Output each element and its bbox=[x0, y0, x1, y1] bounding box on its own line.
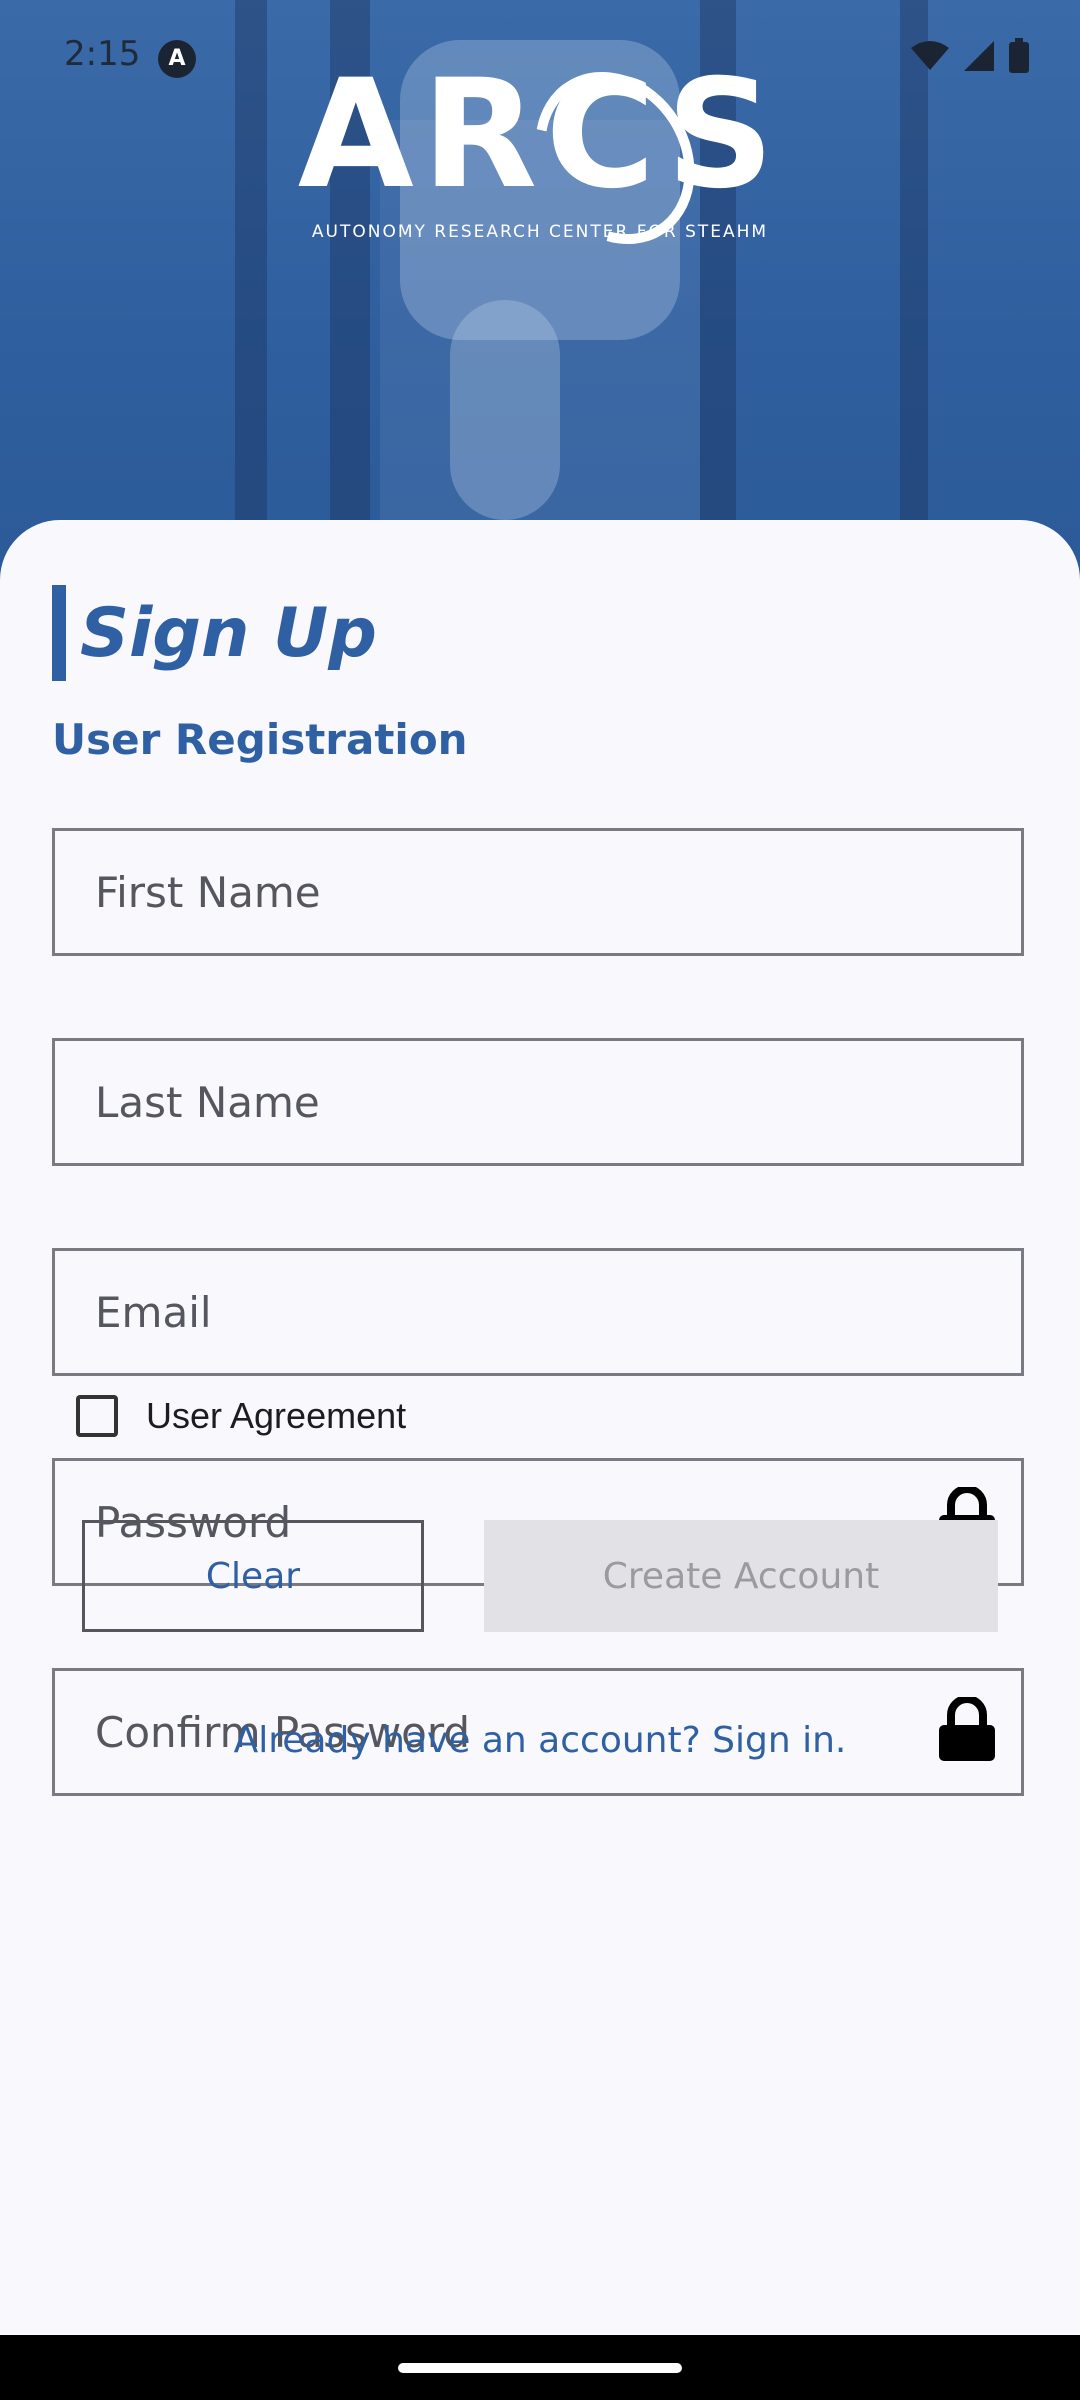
page-title: Sign Up bbox=[80, 593, 377, 673]
section-subtitle: User Registration bbox=[52, 715, 468, 764]
title-accent-bar bbox=[52, 585, 66, 681]
create-account-button[interactable]: Create Account bbox=[484, 1520, 998, 1632]
email-field[interactable] bbox=[52, 1248, 1024, 1376]
user-agreement-row[interactable]: User Agreement bbox=[76, 1395, 406, 1437]
user-agreement-checkbox[interactable] bbox=[76, 1395, 118, 1437]
background-figure bbox=[450, 300, 560, 520]
clear-button[interactable]: Clear bbox=[82, 1520, 424, 1632]
email-input[interactable] bbox=[55, 1251, 955, 1373]
user-agreement-label[interactable]: User Agreement bbox=[146, 1395, 406, 1437]
home-gesture-handle[interactable] bbox=[398, 2363, 682, 2373]
page-title-block: Sign Up bbox=[52, 585, 377, 681]
last-name-field[interactable] bbox=[52, 1038, 1024, 1166]
last-name-input[interactable] bbox=[55, 1041, 955, 1163]
first-name-input[interactable] bbox=[55, 831, 955, 953]
logo-tagline: AUTONOMY RESEARCH CENTER FOR STEAHM bbox=[311, 222, 769, 242]
sign-in-link[interactable]: Already have an account? Sign in. bbox=[0, 1720, 1080, 1761]
first-name-field[interactable] bbox=[52, 828, 1024, 956]
